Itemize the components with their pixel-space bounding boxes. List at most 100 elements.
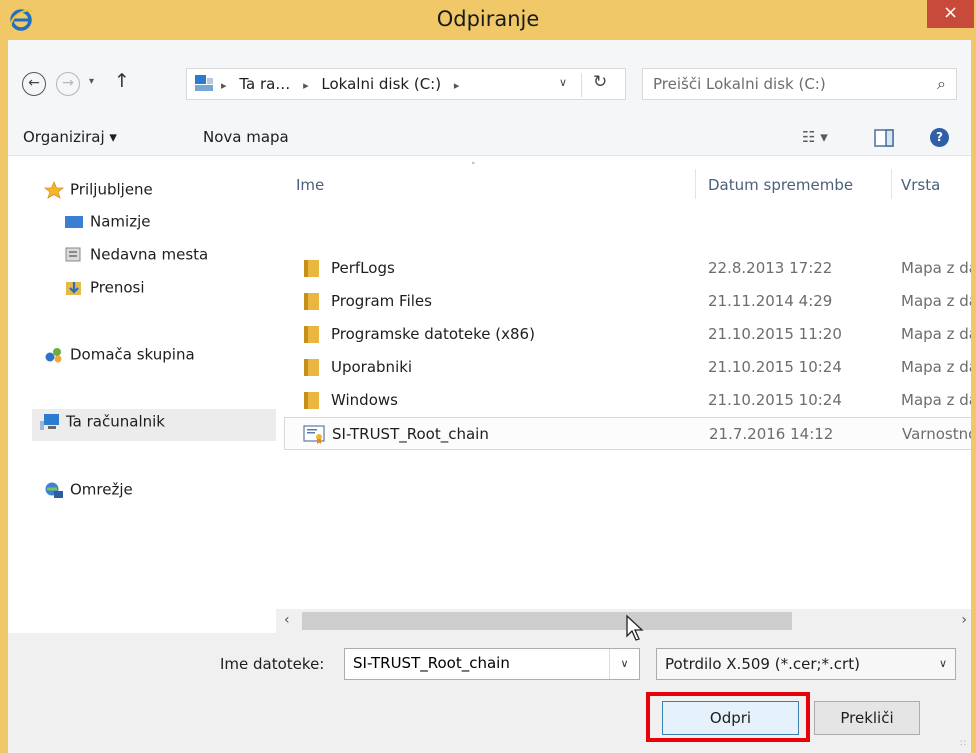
file-row[interactable]: Program Files 21.11.2014 4:29 Mapa z da (284, 285, 971, 318)
sidebar-label: Namizje (90, 212, 151, 231)
breadcrumb: ▸ Ta ra… ▸ Lokalni disk (C:) ▸ (221, 75, 467, 93)
file-name: PerfLogs (331, 259, 395, 277)
file-type: Mapa z da (901, 358, 971, 376)
open-dialog: Odpiranje × ← → ▾ ↑ ▸ Ta ra… ▸ Lokalni d… (0, 0, 976, 753)
filename-label: Ime datoteke: (220, 655, 325, 673)
file-type-select[interactable]: Potrdilo X.509 (*.cer;*.crt) ∨ (656, 648, 956, 680)
computer-icon (40, 413, 59, 430)
resize-grip-icon[interactable]: ∷ (960, 739, 967, 749)
folder-icon (304, 260, 319, 277)
file-row[interactable]: Uporabniki 21.10.2015 10:24 Mapa z da (284, 351, 971, 384)
sidebar-item-network[interactable]: Omrežje (44, 480, 133, 508)
dialog-client: ← → ▾ ↑ ▸ Ta ra… ▸ Lokalni disk (C:) ▸ ∨ (8, 40, 971, 753)
forward-button[interactable]: → (56, 72, 80, 96)
breadcrumb-separator[interactable]: ▸ (454, 79, 460, 92)
certificate-icon (303, 425, 325, 444)
recent-places-icon (65, 247, 81, 261)
file-type-dropdown-icon[interactable]: ∨ (939, 657, 947, 670)
file-row-selected[interactable]: SI-TRUST_Root_chain 21.7.2016 14:12 Varn… (284, 417, 971, 450)
title-bar: Odpiranje × (0, 0, 976, 40)
file-date: 21.7.2016 14:12 (709, 425, 834, 443)
file-type: Mapa z da (901, 325, 971, 343)
sidebar-item-this-pc[interactable]: Ta računalnik (32, 409, 285, 441)
file-name: Programske datoteke (x86) (331, 325, 535, 343)
folder-icon (304, 392, 319, 409)
breadcrumb-this-pc[interactable]: Ta ra… (239, 75, 290, 93)
command-bar: Organiziraj ▾ Nova mapa ☷ ▾ ? (8, 120, 971, 156)
refresh-icon[interactable]: ↻ (593, 72, 607, 92)
folder-icon (304, 293, 319, 310)
sort-ascending-icon: ˄ (471, 162, 476, 172)
search-placeholder: Preišči Lokalni disk (C:) (653, 75, 826, 93)
filename-combobox[interactable]: ∨ (344, 648, 640, 680)
sidebar-label: Priljubljene (70, 180, 153, 199)
file-date: 21.10.2015 10:24 (708, 391, 842, 409)
preview-pane-icon[interactable] (874, 129, 894, 147)
back-button[interactable]: ← (22, 72, 46, 96)
search-box[interactable]: Preišči Lokalni disk (C:) ⌕ (642, 68, 957, 100)
navigation-bar: ← → ▾ ↑ ▸ Ta ra… ▸ Lokalni disk (C:) ▸ ∨ (8, 40, 971, 120)
file-date: 22.8.2013 17:22 (708, 259, 833, 277)
sidebar-label: Omrežje (70, 480, 133, 499)
file-row[interactable]: Windows 21.10.2015 10:24 Mapa z da (284, 384, 971, 417)
help-icon[interactable]: ? (930, 128, 949, 147)
dialog-footer: Ime datoteke: ∨ Potrdilo X.509 (*.cer;*.… (8, 633, 971, 753)
breadcrumb-local-disk[interactable]: Lokalni disk (C:) (321, 75, 441, 93)
star-icon (44, 180, 64, 199)
column-header-type[interactable]: Vrsta (901, 176, 940, 194)
search-icon[interactable]: ⌕ (937, 74, 946, 94)
file-list: ˄ Ime Datum spremembe Vrsta PerfLogs 22.… (276, 157, 971, 647)
close-button[interactable]: × (927, 0, 974, 28)
file-name: SI-TRUST_Root_chain (332, 425, 489, 443)
file-name: Windows (331, 391, 398, 409)
sidebar-item-desktop[interactable]: Namizje (64, 212, 150, 240)
sidebar-item-downloads[interactable]: Prenosi (64, 278, 145, 306)
file-date: 21.10.2015 11:20 (708, 325, 842, 343)
address-bar[interactable]: ▸ Ta ra… ▸ Lokalni disk (C:) ▸ ∨ ↻ (186, 68, 626, 100)
file-date: 21.10.2015 10:24 (708, 358, 842, 376)
file-type: Mapa z da (901, 259, 971, 277)
scroll-left-arrow-icon[interactable]: ‹ (284, 612, 290, 628)
sidebar-item-homegroup[interactable]: Domača skupina (44, 345, 195, 373)
scroll-right-arrow-icon[interactable]: › (961, 612, 967, 628)
navigation-pane: Priljubljene Namizje Nedavna mesta Preno… (8, 157, 285, 647)
sidebar-item-favorites[interactable]: Priljubljene (44, 180, 153, 208)
downloads-icon (66, 281, 81, 295)
network-icon (45, 482, 63, 498)
file-name: Program Files (331, 292, 432, 310)
sidebar-label: Ta računalnik (66, 412, 165, 431)
file-name: Uporabniki (331, 358, 413, 376)
file-row[interactable]: Programske datoteke (x86) 21.10.2015 11:… (284, 318, 971, 351)
file-type: Mapa z da (901, 292, 971, 310)
sidebar-label: Nedavna mesta (90, 245, 209, 264)
folder-icon (304, 359, 319, 376)
column-divider[interactable] (695, 169, 696, 199)
filename-field[interactable] (345, 649, 605, 677)
breadcrumb-separator: ▸ (221, 79, 227, 92)
homegroup-icon (45, 347, 62, 362)
view-options-icon[interactable]: ☷ ▾ (802, 128, 828, 146)
column-divider[interactable] (891, 169, 892, 199)
mouse-cursor-icon (626, 614, 644, 641)
open-button[interactable]: Odpri (662, 701, 799, 735)
file-type: Mapa z da (901, 391, 971, 409)
breadcrumb-separator: ▸ (303, 79, 309, 92)
sidebar-label: Prenosi (90, 278, 145, 297)
cancel-button[interactable]: Prekliči (814, 701, 920, 735)
recent-locations-dropdown[interactable]: ▾ (89, 76, 94, 87)
new-folder-button[interactable]: Nova mapa (203, 128, 289, 146)
file-type-value: Potrdilo X.509 (*.cer;*.crt) (665, 655, 860, 673)
horizontal-scrollbar[interactable]: ‹ › (276, 609, 971, 633)
address-dropdown-icon[interactable]: ∨ (559, 76, 567, 89)
filename-dropdown-icon[interactable]: ∨ (609, 649, 639, 679)
organize-button[interactable]: Organiziraj ▾ (23, 128, 117, 146)
column-header-name[interactable]: Ime (296, 176, 324, 194)
sidebar-item-recent-places[interactable]: Nedavna mesta (64, 245, 208, 273)
address-divider (581, 73, 582, 97)
up-button[interactable]: ↑ (114, 70, 130, 92)
scroll-thumb[interactable] (302, 612, 792, 630)
file-date: 21.11.2014 4:29 (708, 292, 833, 310)
column-header-date[interactable]: Datum spremembe (708, 176, 853, 194)
file-row[interactable]: PerfLogs 22.8.2013 17:22 Mapa z da (284, 252, 971, 285)
file-type: Varnostno (902, 425, 971, 443)
